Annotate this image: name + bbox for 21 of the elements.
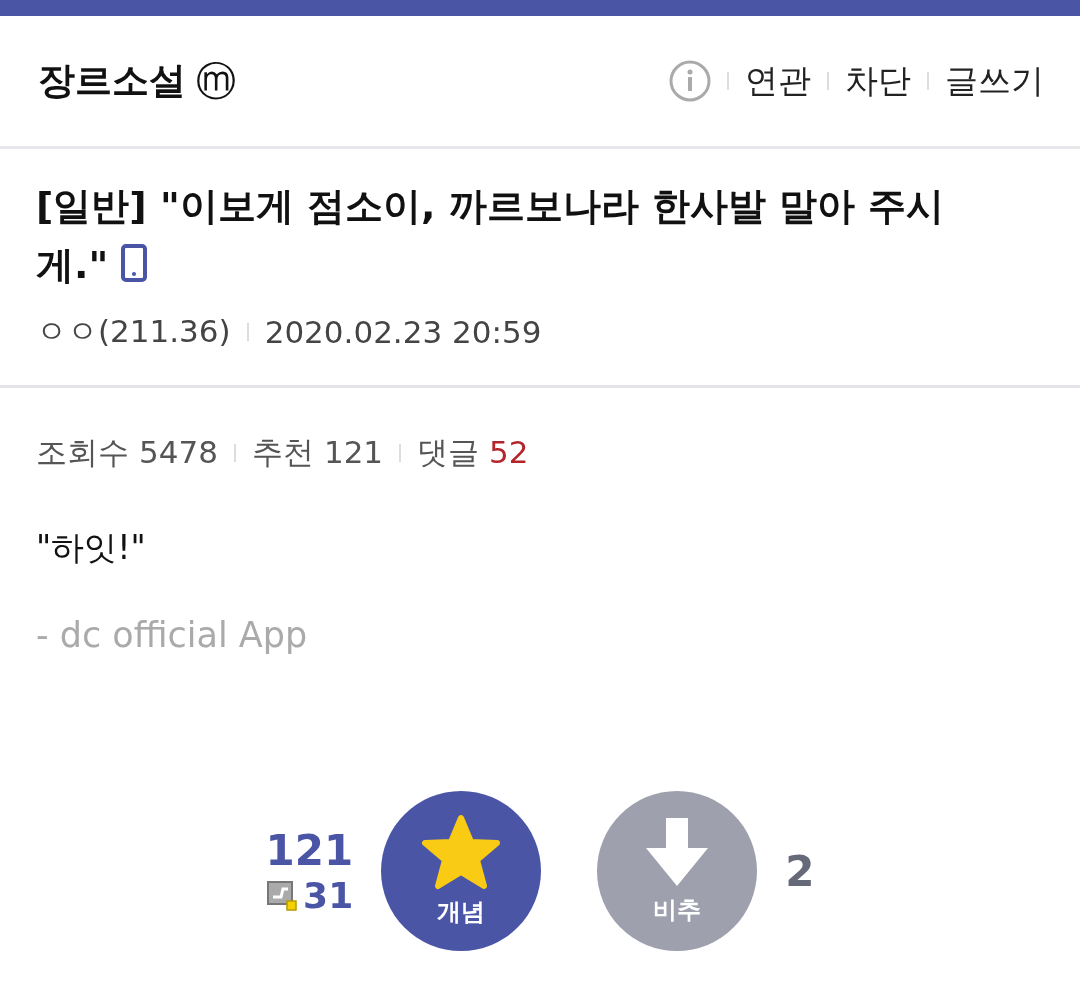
post-stat: 댓글 52: [417, 433, 529, 472]
gallery-name: 장르소설: [38, 58, 186, 104]
author-name: ㅇㅇ(211.36): [36, 312, 231, 351]
upvote-button[interactable]: 개념: [381, 791, 542, 951]
minor-gallery-mark: ⓜ: [196, 56, 236, 106]
post-stat: 조회수 5478: [36, 433, 218, 472]
fixed-user-count: 31: [303, 875, 354, 916]
downvote-count: 2: [785, 846, 815, 896]
star-icon: [421, 814, 502, 890]
post-stat: 추천 121: [251, 433, 384, 472]
header-link[interactable]: 글쓰기: [945, 58, 1044, 104]
post-title: [일반] "이보게 점소이, 까르보나라 한사발 말아 주시게.": [36, 183, 946, 289]
info-icon[interactable]: [669, 60, 711, 102]
header-link[interactable]: 차단: [845, 58, 911, 104]
upvote-count: 121: [265, 826, 354, 875]
post-date: 2020.02.23 20:59: [264, 314, 542, 350]
mobile-icon: [121, 244, 148, 282]
fixed-user-icon: [267, 880, 298, 911]
header-link[interactable]: 연관: [745, 58, 811, 104]
signature: - dc official App: [35, 614, 309, 655]
post-body: "하잇!": [35, 527, 147, 569]
